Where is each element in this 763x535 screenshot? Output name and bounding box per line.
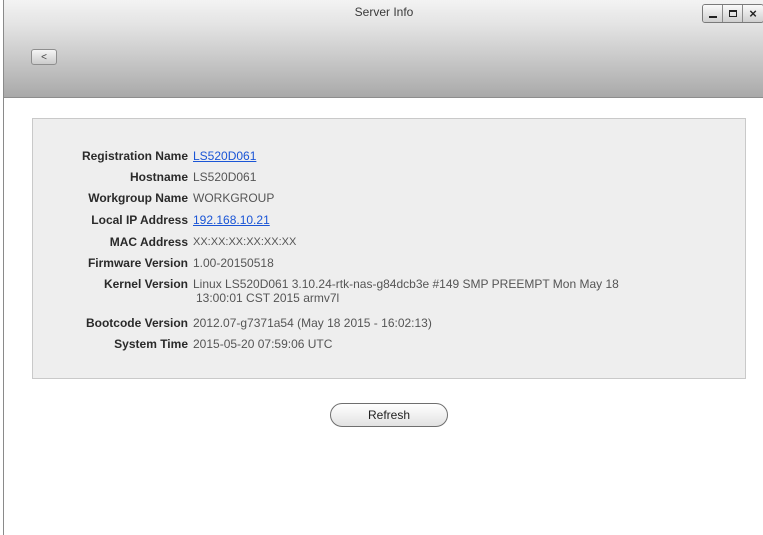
kernel-version-line-1: Linux LS520D061 3.10.24-rtk-nas-g84dcb3e… — [193, 277, 619, 291]
minimize-button[interactable] — [703, 5, 723, 22]
minimize-icon — [708, 15, 717, 18]
info-value: 2015-05-20 07:59:06 UTC — [193, 337, 333, 351]
maximize-button[interactable] — [723, 5, 743, 22]
info-label: Registration Name — [81, 149, 188, 163]
info-value: LS520D061 — [193, 170, 257, 184]
info-value: XX:XX:XX:XX:XX:XX — [193, 236, 297, 248]
info-label: System Time — [114, 337, 188, 351]
window-controls: × — [702, 4, 763, 23]
refresh-button[interactable]: Refresh — [330, 403, 448, 427]
local-ip-link[interactable]: 192.168.10.21 — [193, 213, 270, 227]
info-label: Local IP Address — [91, 213, 188, 227]
info-value: 2012.07-g7371a54 (May 18 2015 - 16:02:13… — [193, 316, 432, 330]
window-title: Server Info — [354, 5, 414, 19]
info-value: LS520D061 — [193, 149, 713, 163]
back-button[interactable]: < — [31, 49, 57, 65]
info-label: Hostname — [129, 170, 188, 184]
close-button[interactable]: × — [743, 5, 763, 22]
server-info-panel: Registration Name LS520D061 Hostname LS5… — [32, 118, 746, 379]
info-value: Linux LS520D061 3.10.24-rtk-nas-g84dcb3e… — [193, 277, 713, 305]
info-value: 192.168.10.21 — [193, 213, 713, 227]
server-info-window: Server Info × < Registration Name LS520D… — [3, 0, 763, 535]
kernel-version-line-2: 13:00:01 CST 2015 armv7l — [196, 291, 340, 305]
chevron-left-icon: < — [41, 51, 47, 63]
info-label: Firmware Version — [87, 256, 188, 270]
close-icon: × — [749, 6, 757, 21]
registration-name-link[interactable]: LS520D061 — [193, 149, 256, 163]
info-value: WORKGROUP — [193, 191, 275, 205]
maximize-icon — [728, 10, 737, 17]
info-value: 1.00-20150518 — [193, 256, 274, 270]
info-label: Bootcode Version — [85, 316, 188, 330]
info-label: MAC Address — [109, 235, 188, 249]
title-bar: Server Info × < — [4, 0, 763, 98]
info-label: Kernel Version — [103, 277, 188, 291]
info-label: Workgroup Name — [88, 191, 188, 205]
